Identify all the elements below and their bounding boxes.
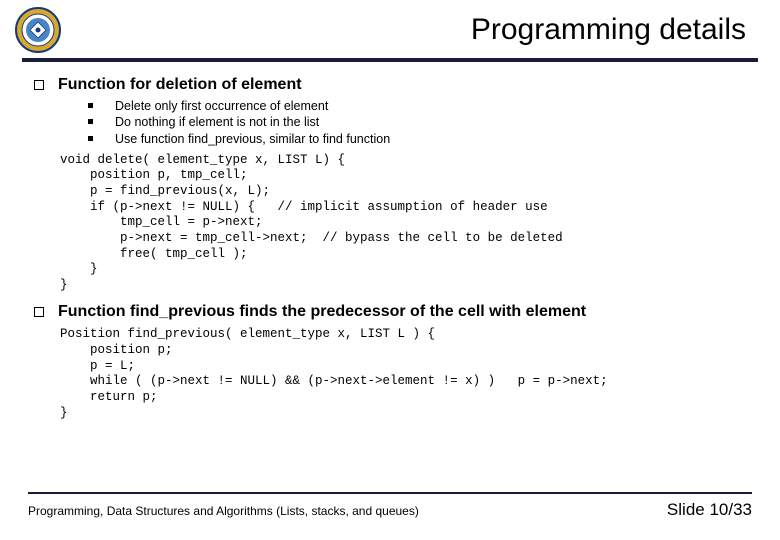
- checkbox-bullet-icon: [34, 80, 44, 90]
- slide-content: Function for deletion of element Delete …: [0, 62, 780, 421]
- section-heading-row: Function find_previous finds the predece…: [34, 303, 752, 321]
- code-block-find-previous: Position find_previous( element_type x, …: [60, 327, 752, 421]
- bullet-text: Do nothing if element is not in the list: [115, 114, 319, 130]
- section-heading-row: Function for deletion of element: [34, 76, 752, 94]
- list-item: Do nothing if element is not in the list: [88, 114, 752, 130]
- bullet-text: Use function find_previous, similar to f…: [115, 131, 390, 147]
- slide-title: Programming details: [62, 13, 752, 47]
- checkbox-bullet-icon: [34, 307, 44, 317]
- section-heading: Function for deletion of element: [58, 76, 302, 94]
- list-item: Delete only first occurrence of element: [88, 98, 752, 114]
- section-delete-function: Function for deletion of element Delete …: [34, 76, 752, 293]
- organization-seal-icon: [14, 6, 62, 54]
- footer-divider: [28, 492, 752, 494]
- code-block-delete: void delete( element_type x, LIST L) { p…: [60, 153, 752, 294]
- slide-footer: Programming, Data Structures and Algorit…: [0, 492, 780, 520]
- section-heading: Function find_previous finds the predece…: [58, 303, 586, 321]
- footer-course-title: Programming, Data Structures and Algorit…: [28, 504, 419, 518]
- slide-header: Programming details: [0, 0, 780, 54]
- square-bullet-icon: [88, 119, 93, 124]
- slide-number: Slide 10/33: [667, 500, 752, 520]
- section-find-previous: Function find_previous finds the predece…: [34, 303, 752, 421]
- footer-row: Programming, Data Structures and Algorit…: [28, 500, 752, 520]
- square-bullet-icon: [88, 103, 93, 108]
- square-bullet-icon: [88, 136, 93, 141]
- bullet-list: Delete only first occurrence of element …: [88, 98, 752, 147]
- bullet-text: Delete only first occurrence of element: [115, 98, 328, 114]
- list-item: Use function find_previous, similar to f…: [88, 131, 752, 147]
